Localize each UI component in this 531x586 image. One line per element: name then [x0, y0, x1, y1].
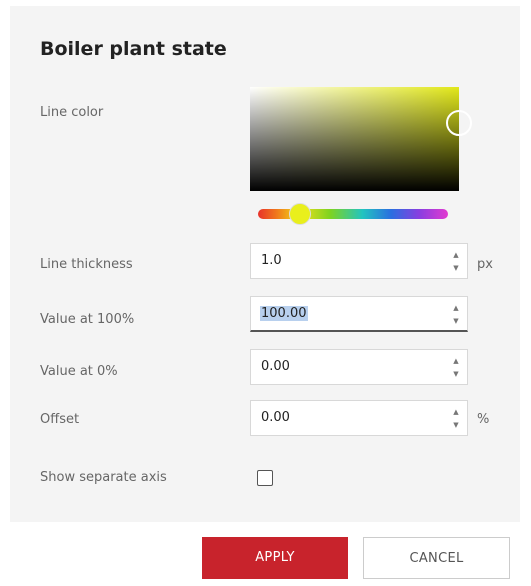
value-0-input[interactable]: 0.00 ▲ ▼: [250, 349, 468, 385]
dialog-title: Boiler plant state: [40, 38, 227, 60]
spin-up-icon[interactable]: ▲: [451, 356, 461, 366]
spin-down-icon[interactable]: ▼: [451, 420, 461, 430]
offset-unit: %: [477, 412, 490, 427]
value-100-input[interactable]: 100.00 ▲ ▼: [250, 296, 468, 332]
line-thickness-unit: px: [477, 257, 493, 272]
line-thickness-label: Line thickness: [40, 257, 133, 272]
spin-up-icon[interactable]: ▲: [451, 303, 461, 313]
spin-down-icon[interactable]: ▼: [451, 316, 461, 326]
settings-panel: Boiler plant state Line color Line thick…: [10, 6, 520, 522]
separate-axis-label: Show separate axis: [40, 470, 167, 485]
apply-button[interactable]: APPLY: [202, 537, 348, 579]
offset-label: Offset: [40, 412, 80, 427]
spin-up-icon[interactable]: ▲: [451, 250, 461, 260]
line-thickness-input[interactable]: 1.0 ▲ ▼: [250, 243, 468, 279]
value-0-label: Value at 0%: [40, 364, 118, 379]
hue-slider-thumb[interactable]: [289, 203, 311, 225]
spin-down-icon[interactable]: ▼: [451, 263, 461, 273]
hue-slider[interactable]: [258, 209, 448, 219]
value-100-value: 100.00: [260, 306, 308, 321]
color-saturation-picker[interactable]: [250, 87, 472, 191]
cancel-button[interactable]: CANCEL: [363, 537, 510, 579]
value-0-value: 0.00: [261, 359, 290, 374]
value-100-label: Value at 100%: [40, 312, 135, 327]
line-thickness-value: 1.0: [261, 253, 282, 268]
offset-input[interactable]: 0.00 ▲ ▼: [250, 400, 468, 436]
line-color-label: Line color: [40, 105, 104, 120]
color-picker-handle[interactable]: [446, 110, 472, 136]
spin-down-icon[interactable]: ▼: [451, 369, 461, 379]
offset-value: 0.00: [261, 410, 290, 425]
separate-axis-checkbox[interactable]: [257, 470, 273, 486]
spin-up-icon[interactable]: ▲: [451, 407, 461, 417]
